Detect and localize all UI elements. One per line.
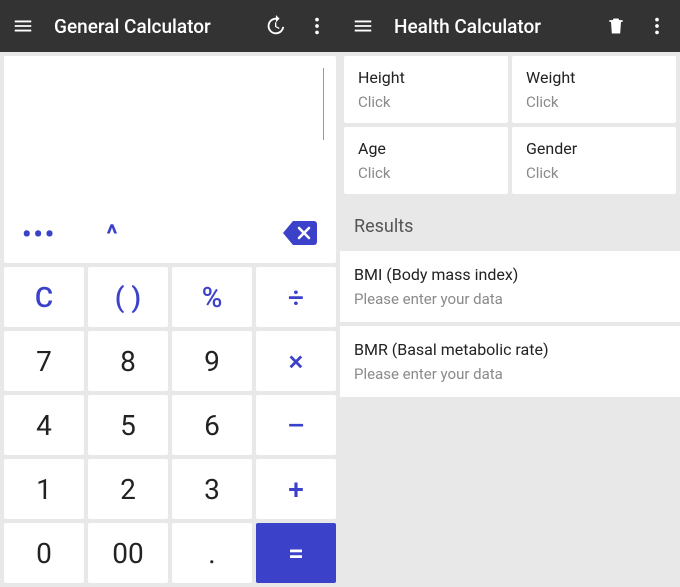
result-label: BMR (Basal metabolic rate) xyxy=(354,340,666,359)
field-placeholder: Click xyxy=(358,164,494,182)
field-label: Gender xyxy=(526,139,662,158)
more-button[interactable]: ••• xyxy=(22,220,82,250)
key-parens[interactable]: ( ) xyxy=(88,267,168,327)
key-percent[interactable]: % xyxy=(172,267,252,327)
results-list: BMI (Body mass index) Please enter your d… xyxy=(340,251,680,401)
menu-icon[interactable] xyxy=(352,15,374,37)
keypad: C( )%÷ 789× 456– 123+000.= xyxy=(0,267,340,587)
appbar-right: Health Calculator xyxy=(340,0,680,52)
health-calculator-pane: Health Calculator Height Click Weight Click… xyxy=(340,0,680,587)
appbar-title-right: Health Calculator xyxy=(394,15,586,38)
key-divide[interactable]: ÷ xyxy=(256,267,336,327)
field-placeholder: Click xyxy=(358,93,494,111)
key-4[interactable]: 4 xyxy=(4,395,84,455)
field-age[interactable]: Age Click xyxy=(344,127,508,194)
key-6[interactable]: 6 xyxy=(172,395,252,455)
field-placeholder: Click xyxy=(526,93,662,111)
key-decimal[interactable]: . xyxy=(172,523,252,583)
history-icon[interactable] xyxy=(264,15,286,37)
menu-icon[interactable] xyxy=(12,15,34,37)
key-plus[interactable]: + xyxy=(256,459,336,519)
key-2[interactable]: 2 xyxy=(88,459,168,519)
key-minus[interactable]: – xyxy=(256,395,336,455)
result-value: Please enter your data xyxy=(354,365,666,383)
caret-button[interactable]: ^ xyxy=(82,220,142,250)
appbar-left: General Calculator xyxy=(0,0,340,52)
result-bmi: BMI (Body mass index) Please enter your d… xyxy=(340,251,680,322)
display-toolrow: ••• ^ xyxy=(4,209,336,263)
overflow-icon[interactable] xyxy=(306,15,328,37)
display-caret xyxy=(323,68,324,140)
calculator-display[interactable]: ••• ^ xyxy=(4,56,336,263)
key-5[interactable]: 5 xyxy=(88,395,168,455)
key-7[interactable]: 7 xyxy=(4,331,84,391)
field-label: Height xyxy=(358,68,494,87)
delete-icon[interactable] xyxy=(606,16,626,36)
result-label: BMI (Body mass index) xyxy=(354,265,666,284)
key-3[interactable]: 3 xyxy=(172,459,252,519)
key-clear[interactable]: C xyxy=(4,267,84,327)
field-placeholder: Click xyxy=(526,164,662,182)
key-multiply[interactable]: × xyxy=(256,331,336,391)
field-weight[interactable]: Weight Click xyxy=(512,56,676,123)
field-label: Weight xyxy=(526,68,662,87)
result-value: Please enter your data xyxy=(354,290,666,308)
general-calculator-pane: General Calculator ••• ^ C( )%÷ 789× 456– 1… xyxy=(0,0,340,587)
key-00[interactable]: 00 xyxy=(88,523,168,583)
overflow-icon[interactable] xyxy=(646,15,668,37)
key-0[interactable]: 0 xyxy=(4,523,84,583)
key-1[interactable]: 1 xyxy=(4,459,84,519)
field-height[interactable]: Height Click xyxy=(344,56,508,123)
backspace-icon[interactable] xyxy=(282,219,318,251)
field-label: Age xyxy=(358,139,494,158)
key-8[interactable]: 8 xyxy=(88,331,168,391)
results-header: Results xyxy=(340,198,680,251)
input-fields: Height Click Weight Click Age Click Gender Clic… xyxy=(340,52,680,198)
key-equals[interactable]: = xyxy=(256,523,336,583)
key-9[interactable]: 9 xyxy=(172,331,252,391)
appbar-title-left: General Calculator xyxy=(54,15,244,38)
field-gender[interactable]: Gender Click xyxy=(512,127,676,194)
result-bmr: BMR (Basal metabolic rate) Please enter y… xyxy=(340,326,680,397)
